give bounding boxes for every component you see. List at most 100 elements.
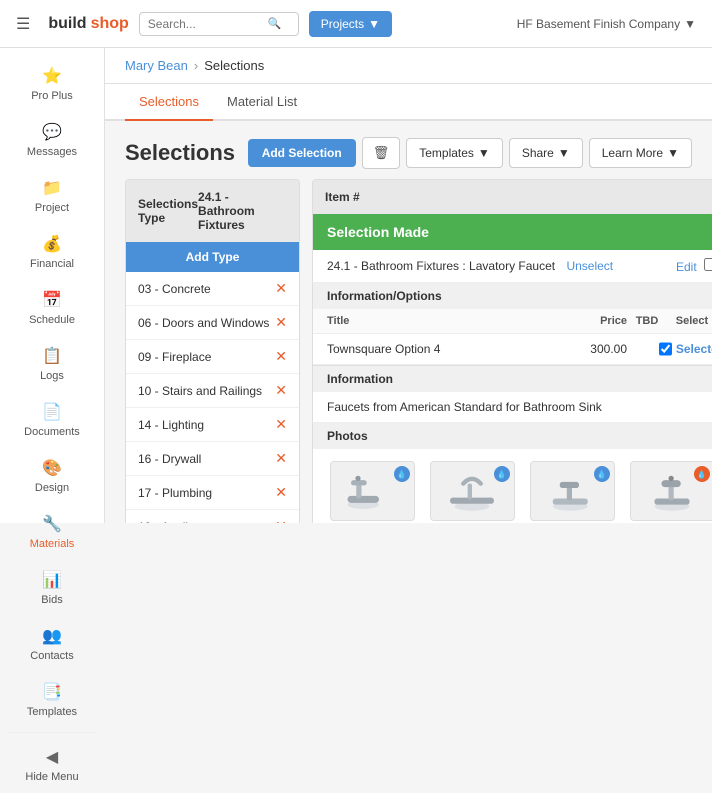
type-item[interactable]: 14 - Lighting ✕ (126, 408, 299, 442)
sidebar-label-financial: Financial (30, 258, 74, 270)
edit-link[interactable]: Edit (676, 258, 712, 274)
type-label: 17 - Plumbing (138, 486, 212, 500)
projects-chevron: ▼ (368, 17, 380, 31)
remove-type-icon[interactable]: ✕ (275, 314, 287, 331)
photo-item[interactable]: 💧 Dazzle Option 3 (527, 461, 617, 523)
photo-placeholder: 💧 (430, 461, 515, 521)
selections-type-label: Selections Type (138, 197, 198, 225)
company-name: HF Basement Finish Company (517, 17, 680, 31)
sidebar-label-templates: Templates (27, 706, 77, 718)
company-selector[interactable]: HF Basement Finish Company ▼ (517, 17, 696, 31)
left-panel: Selections Type 24.1 - Bathroom Fixtures… (125, 179, 300, 523)
remove-type-icon[interactable]: ✕ (275, 484, 287, 501)
sidebar-label-project: Project (35, 202, 69, 214)
sidebar-label-logs: Logs (40, 370, 64, 382)
page-header: Selections Add Selection 🗑 Templates ▼ S… (105, 121, 712, 179)
share-button[interactable]: Share ▼ (509, 138, 583, 168)
messages-icon: 💬 (42, 122, 62, 142)
templates-chevron: ▼ (478, 146, 490, 160)
type-item[interactable]: 17 - Plumbing ✕ (126, 476, 299, 510)
remove-type-icon[interactable]: ✕ (275, 280, 287, 297)
search-icon: 🔍 (268, 17, 282, 30)
col-header-select: Select (667, 315, 712, 327)
info-table-header: Title Price TBD Select (313, 309, 712, 334)
delete-button[interactable]: 🗑 (362, 137, 401, 169)
sidebar-item-bids[interactable]: 📊 Bids (0, 560, 104, 616)
remove-type-icon[interactable]: ✕ (275, 518, 287, 523)
right-panel: Item # Selection Made 24.1 - Bathroom Fi… (312, 179, 712, 523)
logo: buildshop (48, 15, 128, 33)
sidebar-label-hide-menu: Hide Menu (25, 771, 78, 783)
photo-item[interactable]: 💧 Berwick Option 2 (427, 461, 517, 523)
photo-placeholder: 💧 (530, 461, 615, 521)
sidebar-item-materials[interactable]: 🔧 Materials (0, 504, 104, 560)
water-drop-icon-1: 💧 (394, 466, 410, 482)
sidebar-item-logs[interactable]: 📋 Logs (0, 336, 104, 392)
select-checkbox[interactable] (659, 342, 672, 356)
sidebar-item-pro-plus[interactable]: ⭐ Pro Plus (0, 56, 104, 112)
photo-item[interactable]: 💧 Amarilis Option 1 (327, 461, 417, 523)
type-label: 10 - Stairs and Railings (138, 384, 262, 398)
edit-checkbox[interactable] (704, 258, 712, 271)
type-item[interactable]: 06 - Doors and Windows ✕ (126, 306, 299, 340)
tab-material-list[interactable]: Material List (213, 84, 311, 121)
info-text: Faucets from American Standard for Bathr… (312, 392, 712, 423)
search-box: 🔍 (139, 12, 299, 36)
col-header-title: Title (327, 315, 567, 327)
documents-icon: 📄 (42, 402, 62, 422)
type-item[interactable]: 09 - Fireplace ✕ (126, 340, 299, 374)
sidebar-item-project[interactable]: 📁 Project (0, 168, 104, 224)
layout: ⭐ Pro Plus 💬 Messages 📁 Project 💰 Financ… (0, 48, 712, 523)
photo-item[interactable]: 💧 Townsquare Option 4 (627, 461, 712, 523)
add-type-button[interactable]: Add Type (126, 242, 299, 272)
tab-selections[interactable]: Selections (125, 84, 213, 121)
selections-panel: Selections Type 24.1 - Bathroom Fixtures… (125, 179, 692, 523)
sidebar-label-documents: Documents (24, 426, 80, 438)
selected-badge: Selected (676, 342, 712, 356)
breadcrumb-separator: › (194, 58, 198, 73)
type-label: 16 - Drywall (138, 452, 201, 466)
remove-type-icon[interactable]: ✕ (275, 348, 287, 365)
type-item[interactable]: 10 - Stairs and Railings ✕ (126, 374, 299, 408)
projects-button[interactable]: Projects ▼ (309, 11, 392, 37)
sidebar-item-design[interactable]: 🎨 Design (0, 448, 104, 504)
templates-button[interactable]: Templates ▼ (406, 138, 503, 168)
breadcrumb-current: Selections (204, 58, 264, 73)
sidebar-item-contacts[interactable]: 👥 Contacts (0, 616, 104, 672)
sidebar-label-pro-plus: Pro Plus (31, 90, 73, 102)
type-item[interactable]: 19 - Appliances ✕ (126, 510, 299, 523)
hide-menu-icon: ◀ (46, 747, 58, 767)
remove-type-icon[interactable]: ✕ (275, 416, 287, 433)
search-input[interactable] (148, 17, 268, 31)
sidebar-item-documents[interactable]: 📄 Documents (0, 392, 104, 448)
sidebar-item-templates[interactable]: 📑 Templates (0, 672, 104, 728)
sidebar-item-financial[interactable]: 💰 Financial (0, 224, 104, 280)
page-title: Selections (125, 140, 235, 166)
remove-type-icon[interactable]: ✕ (275, 382, 287, 399)
pro-plus-icon: ⭐ (42, 66, 62, 86)
project-icon: 📁 (42, 178, 62, 198)
templates-icon: 📑 (42, 682, 62, 702)
sidebar-item-hide-menu[interactable]: ◀ Hide Menu (0, 737, 104, 793)
sidebar-label-bids: Bids (41, 594, 62, 606)
type-label: 19 - Appliances (138, 520, 220, 524)
type-item[interactable]: 03 - Concrete ✕ (126, 272, 299, 306)
water-drop-icon-3: 💧 (594, 466, 610, 482)
unselect-link[interactable]: Unselect (566, 259, 613, 273)
type-label: 09 - Fireplace (138, 350, 211, 364)
photos-grid: 💧 Amarilis Option 1 (313, 449, 712, 523)
info-label: Information (312, 366, 712, 392)
breadcrumb: Mary Bean › Selections (105, 48, 712, 84)
sidebar-item-schedule[interactable]: 📅 Schedule (0, 280, 104, 336)
sidebar-label-messages: Messages (27, 146, 77, 158)
remove-type-icon[interactable]: ✕ (275, 450, 287, 467)
materials-icon: 🔧 (42, 514, 62, 534)
add-selection-button[interactable]: Add Selection (248, 139, 356, 167)
type-item[interactable]: 16 - Drywall ✕ (126, 442, 299, 476)
learn-more-button[interactable]: Learn More ▼ (589, 138, 692, 168)
sidebar-item-messages[interactable]: 💬 Messages (0, 112, 104, 168)
breadcrumb-parent[interactable]: Mary Bean (125, 58, 188, 73)
menu-icon[interactable]: ☰ (16, 14, 30, 34)
type-label: 06 - Doors and Windows (138, 316, 269, 330)
logs-icon: 📋 (42, 346, 62, 366)
